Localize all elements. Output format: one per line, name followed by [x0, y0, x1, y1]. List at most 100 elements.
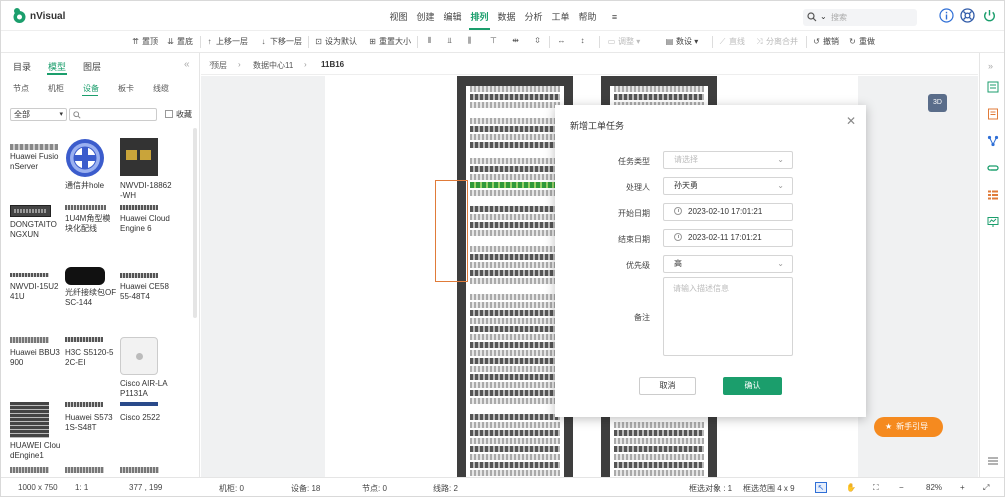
- info-icon[interactable]: [939, 8, 954, 23]
- distribute-horizontal-icon[interactable]: ⇹: [511, 36, 522, 48]
- menu-analysis[interactable]: 分析: [520, 1, 547, 31]
- align-left-icon[interactable]: ⫴: [425, 36, 436, 48]
- zoom-out-icon[interactable]: −: [899, 483, 904, 492]
- rack-unit[interactable]: [470, 246, 560, 252]
- rack-unit[interactable]: [470, 302, 560, 308]
- tab-layer[interactable]: 图层: [83, 60, 101, 73]
- menu-data[interactable]: 数据: [493, 1, 520, 31]
- menu-arrange[interactable]: 排列: [466, 1, 493, 31]
- subtab-cabinet[interactable]: 机柜: [48, 83, 64, 94]
- rack-unit[interactable]: [470, 254, 560, 260]
- reset-size-button[interactable]: ⊞ 重置大小: [368, 36, 411, 48]
- rack-unit[interactable]: [470, 462, 560, 468]
- rack-unit[interactable]: [470, 214, 560, 220]
- view-3d-button[interactable]: 3D: [928, 94, 947, 112]
- list-icon[interactable]: [987, 189, 999, 201]
- split-merge-button[interactable]: ⤨ 分离合并: [755, 36, 798, 48]
- rack-unit[interactable]: [470, 350, 560, 356]
- network-icon[interactable]: [987, 135, 999, 147]
- device-search-input[interactable]: [69, 108, 157, 121]
- subtab-cable[interactable]: 线缆: [153, 83, 169, 94]
- collapse-right-panel-icon[interactable]: »: [988, 61, 993, 71]
- set-default-button[interactable]: ⊡ 设为默认: [314, 36, 357, 48]
- menu-more-icon[interactable]: ≡: [601, 1, 628, 31]
- breadcrumb-datacenter[interactable]: 数据中心11: [253, 60, 293, 71]
- rack-unit[interactable]: [470, 230, 560, 236]
- rack-unit[interactable]: [470, 110, 560, 116]
- selection-box[interactable]: [435, 180, 468, 282]
- priority-select[interactable]: 高 ⌄: [663, 255, 793, 273]
- move-up-button[interactable]: ↑ 上移一层: [205, 36, 249, 48]
- cancel-button[interactable]: 取消: [639, 377, 696, 395]
- device-thumbnail[interactable]: [120, 467, 159, 473]
- fullscreen-icon[interactable]: ⤢: [983, 483, 989, 493]
- pointer-tool-icon[interactable]: ↖: [815, 482, 827, 493]
- menu-workorder[interactable]: 工单: [547, 1, 574, 31]
- rack-unit[interactable]: [614, 446, 704, 452]
- confirm-button[interactable]: 确认: [723, 377, 782, 395]
- rack-unit[interactable]: [470, 270, 560, 276]
- rack-unit[interactable]: [614, 454, 704, 460]
- move-down-button[interactable]: ↓ 下移一层: [259, 36, 303, 48]
- spread-vertical-icon[interactable]: ↕: [578, 36, 589, 48]
- monitor-icon[interactable]: [987, 216, 999, 228]
- hand-tool-icon[interactable]: ✋: [846, 483, 856, 492]
- remark-textarea[interactable]: 请输入描述信息: [663, 277, 793, 356]
- rack-unit[interactable]: [470, 294, 560, 300]
- rack-unit[interactable]: [614, 462, 704, 468]
- subtab-node[interactable]: 节点: [13, 83, 29, 94]
- menu-icon[interactable]: [987, 455, 999, 467]
- rack-unit[interactable]: [470, 438, 560, 444]
- task-type-select[interactable]: 请选择 ⌄: [663, 151, 793, 169]
- beginner-guide-button[interactable]: ★ 新手引导: [874, 417, 943, 437]
- redo-button[interactable]: ↻ 重做: [848, 36, 875, 48]
- handler-select[interactable]: 孙天勇 ⌄: [663, 177, 793, 195]
- rack-unit[interactable]: [470, 182, 560, 188]
- rack-unit[interactable]: [470, 206, 560, 212]
- rack-unit[interactable]: [470, 334, 560, 340]
- rack-unit[interactable]: [470, 374, 560, 380]
- menu-edit[interactable]: 编辑: [439, 1, 466, 31]
- favorite-checkbox[interactable]: [165, 110, 173, 118]
- zoom-in-icon[interactable]: +: [960, 483, 965, 492]
- rack-unit[interactable]: [470, 358, 560, 364]
- rack-unit[interactable]: [470, 286, 560, 292]
- rack-unit[interactable]: [470, 238, 560, 244]
- rack-unit[interactable]: [470, 94, 560, 100]
- distribute-vertical-icon[interactable]: ⇳: [533, 36, 544, 48]
- category-filter-select[interactable]: 全部 ▾: [10, 108, 67, 121]
- rack-unit[interactable]: [470, 150, 560, 156]
- tab-model[interactable]: 模型: [48, 60, 66, 73]
- rack-unit[interactable]: [470, 454, 560, 460]
- rack-unit[interactable]: [470, 414, 560, 420]
- menu-create[interactable]: 创建: [412, 1, 439, 31]
- device-list-scrollbar[interactable]: [193, 128, 197, 318]
- device-thumbnail[interactable]: [65, 467, 104, 473]
- rack-unit[interactable]: [470, 86, 560, 92]
- rack-unit[interactable]: [470, 406, 560, 412]
- subtab-device[interactable]: 设备: [83, 83, 99, 94]
- rack-unit[interactable]: [470, 382, 560, 388]
- spread-horizontal-icon[interactable]: ↔: [557, 36, 568, 48]
- rack-unit[interactable]: [470, 126, 560, 132]
- device-thumbnail[interactable]: [10, 467, 49, 473]
- start-date-picker[interactable]: 2023-02-10 17:01:21: [663, 203, 793, 221]
- rack-unit[interactable]: [470, 190, 560, 196]
- chevron-down-icon[interactable]: ⌄: [820, 12, 827, 21]
- collapse-panel-icon[interactable]: «: [184, 59, 190, 70]
- end-date-picker[interactable]: 2023-02-11 17:01:21: [663, 229, 793, 247]
- rack-unit[interactable]: [614, 86, 704, 92]
- straight-line-button[interactable]: ⟋ 直线: [718, 36, 745, 48]
- menu-view[interactable]: 视图: [385, 1, 412, 31]
- align-top-icon[interactable]: ⊤: [489, 36, 500, 48]
- send-to-bottom-button[interactable]: ⇊ 置底: [166, 36, 193, 48]
- rack-unit[interactable]: [470, 366, 560, 372]
- tab-catalog[interactable]: 目录: [13, 60, 31, 73]
- rack-unit[interactable]: [614, 430, 704, 436]
- rack-unit[interactable]: [470, 262, 560, 268]
- rack-unit[interactable]: [470, 422, 560, 428]
- rack-unit[interactable]: [614, 470, 704, 476]
- rack-unit[interactable]: [470, 222, 560, 228]
- search-box[interactable]: ⌄ 搜索: [803, 9, 917, 26]
- power-icon[interactable]: [982, 8, 997, 23]
